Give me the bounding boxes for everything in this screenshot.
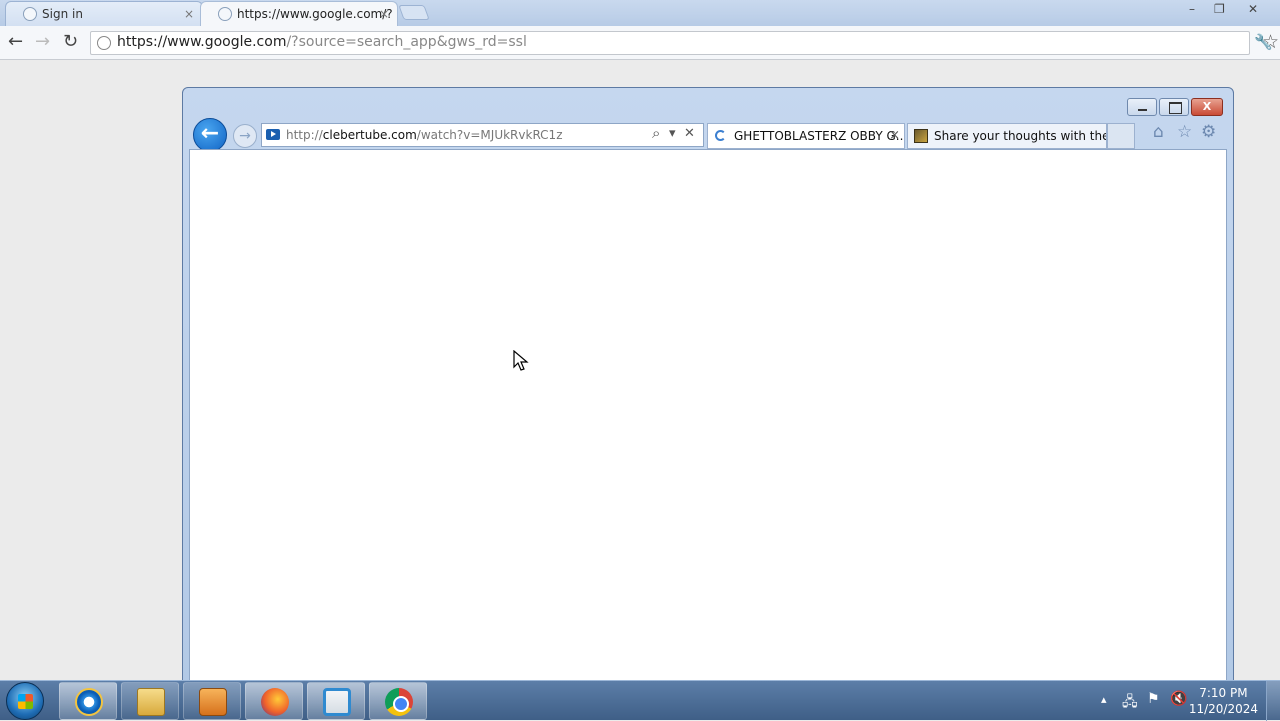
action-center-flag-icon[interactable]: ⚑ (1147, 691, 1160, 707)
wrench-icon[interactable]: 🔧 (1254, 30, 1273, 54)
ie-maximize-button[interactable] (1159, 98, 1189, 116)
chrome-tabstrip: Sign in × https://www.google.com/? × – ❐… (0, 0, 1280, 26)
url-path: /?source=search_app&gws_rd=ssl (286, 34, 527, 50)
chevron-down-icon[interactable]: ▾ (669, 126, 676, 141)
tab-google[interactable]: https://www.google.com/? × (200, 1, 398, 26)
ie-address-bar[interactable]: http://clebertube.com/watch?v=MJUkRvkRC1… (261, 123, 704, 147)
close-button[interactable]: ✕ (1248, 2, 1258, 16)
tab-sign-in[interactable]: Sign in × (5, 1, 203, 26)
network-icon[interactable]: 🖧 (1122, 691, 1138, 715)
ie-page-content[interactable] (189, 149, 1227, 687)
chrome-toolbar: ← → ↻ https://www.google.com/?source=sea… (0, 26, 1280, 60)
reload-icon[interactable]: ↻ (63, 30, 78, 54)
address-url[interactable]: https://www.google.com/?source=search_ap… (117, 34, 527, 50)
taskbar-media-button[interactable] (183, 682, 241, 720)
minimize-button[interactable]: – (1189, 2, 1195, 16)
tab-close-button[interactable]: × (379, 2, 389, 26)
gear-icon[interactable]: ⚙ (1201, 122, 1216, 142)
url-scheme: http:// (286, 128, 323, 142)
taskbar-chrome-button[interactable] (369, 682, 427, 720)
ie-close-button[interactable]: X (1191, 98, 1223, 116)
taskbar: ▴ 🖧 ⚑ 🔇 7:10 PM 11/20/2024 (0, 680, 1280, 721)
ie-tab-share-thoughts[interactable]: Share your thoughts with the ... (907, 123, 1107, 149)
stop-icon[interactable]: ✕ (684, 126, 695, 141)
media-player-icon (199, 688, 227, 716)
forward-arrow-icon[interactable]: → (35, 30, 50, 54)
firefox-icon (261, 688, 289, 716)
system-clock[interactable]: 7:10 PM 11/20/2024 (1189, 685, 1258, 717)
globe-icon (23, 7, 37, 21)
start-button[interactable] (6, 682, 44, 720)
favorites-star-icon[interactable]: ☆ (1177, 122, 1192, 142)
ie-forward-button[interactable]: → (233, 124, 257, 148)
tab-close-button[interactable]: × (184, 2, 194, 26)
ie-tab-title: Share your thoughts with the ... (934, 129, 1107, 143)
show-hidden-icons-button[interactable]: ▴ (1101, 693, 1107, 706)
ie-tab-title: GHETTOBLASTERZ OBBY G... (734, 129, 905, 143)
tab-close-button[interactable]: × (889, 124, 900, 148)
ie-tab-ghettoblasterz[interactable]: GHETTOBLASTERZ OBBY G... × (707, 123, 905, 149)
url-host: https://www.google.com (117, 34, 287, 50)
volume-muted-icon[interactable]: 🔇 (1170, 691, 1187, 707)
folder-icon (137, 688, 165, 716)
taskbar-vmware-button[interactable] (307, 682, 365, 720)
ie-new-tab-button[interactable] (1107, 123, 1135, 149)
search-icon[interactable]: ⌕ (652, 124, 660, 142)
new-tab-button[interactable] (398, 5, 430, 20)
maximize-button[interactable]: ❐ (1214, 2, 1225, 16)
url-host: clebertube.com (322, 128, 417, 142)
taskbar-ie-button[interactable] (59, 682, 117, 720)
ie-back-button[interactable]: ← (193, 118, 227, 152)
ie-window: X ← → http://clebertube.com/watch?v=MJUk… (182, 87, 1234, 687)
clock-date: 11/20/2024 (1188, 702, 1258, 716)
ie-minimize-button[interactable] (1127, 98, 1157, 116)
tab-title: https://www.google.com/? (237, 7, 393, 21)
home-icon[interactable]: ⌂ (1153, 122, 1164, 142)
loading-spinner-icon (715, 130, 726, 141)
site-favicon-icon (914, 129, 928, 143)
internet-explorer-icon (75, 688, 103, 716)
url-path: /watch?v=MJUkRvkRC1z (416, 128, 563, 142)
video-site-icon (266, 129, 280, 140)
taskbar-explorer-button[interactable] (121, 682, 179, 720)
globe-icon (97, 36, 111, 50)
ie-address-url[interactable]: http://clebertube.com/watch?v=MJUkRvkRC1… (286, 128, 563, 142)
taskbar-firefox-button[interactable] (245, 682, 303, 720)
tab-title: Sign in (42, 7, 83, 21)
clock-time: 7:10 PM (1199, 686, 1248, 700)
address-bar[interactable]: https://www.google.com/?source=search_ap… (90, 31, 1279, 55)
back-arrow-icon[interactable]: ← (8, 30, 23, 54)
vmware-icon (323, 688, 351, 716)
globe-icon (218, 7, 232, 21)
show-desktop-button[interactable] (1266, 681, 1280, 721)
chrome-icon (385, 688, 413, 716)
